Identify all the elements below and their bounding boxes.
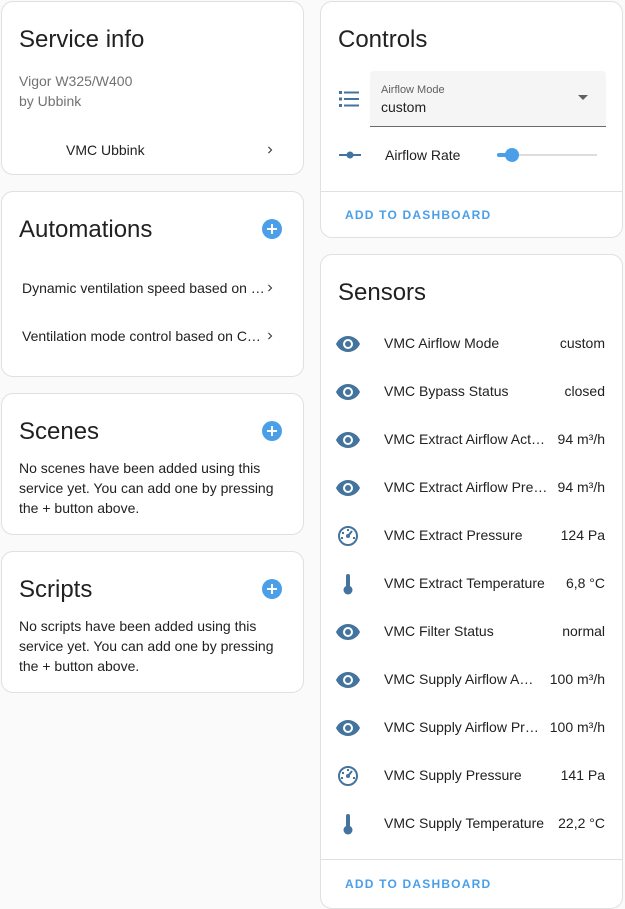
sensor-row[interactable]: VMC Filter Status normal: [321, 608, 622, 656]
add-automation-button[interactable]: [262, 219, 282, 239]
sensor-row[interactable]: VMC Supply Airflow A… 100 m³/h: [321, 656, 622, 704]
slider-thumb[interactable]: [505, 148, 519, 162]
sensor-row[interactable]: VMC Extract Temperature 6,8 °C: [321, 560, 622, 608]
airflow-mode-label: Airflow Mode: [381, 84, 445, 96]
chevron-right-icon: [268, 284, 273, 292]
sensor-row[interactable]: VMC Supply Airflow Pr… 100 m³/h: [321, 704, 622, 752]
sensor-value: 124 Pa: [560, 527, 605, 543]
sensors-card: Sensors VMC Airflow Mode custom VMC Bypass…: [320, 254, 623, 909]
device-link-label: VMC Ubbink: [66, 142, 145, 158]
sensor-value: 6,8 °C: [565, 575, 605, 591]
add-scene-button[interactable]: [262, 421, 282, 441]
sensor-value: custom: [559, 335, 605, 351]
gauge-icon: [335, 764, 361, 788]
airflow-rate-label: Airflow Rate: [385, 147, 461, 163]
scenes-card: Scenes No scenes have been added using t…: [1, 393, 304, 535]
scripts-card: Scripts No scripts have been added using…: [1, 551, 304, 693]
controls-card: Controls Airflow Mode custom Airflow Rat…: [320, 1, 623, 238]
sensor-row[interactable]: VMC Extract Airflow Pre… 94 m³/h: [321, 464, 622, 512]
scripts-empty-text: No scripts have been added using this se…: [19, 618, 274, 674]
service-manufacturer: by Ubbink: [19, 93, 82, 109]
controls-divider: [321, 191, 622, 192]
automation-item[interactable]: Ventilation mode control based on C…: [2, 312, 303, 360]
automations-card: Automations Dynamic ventilation speed ba…: [1, 191, 304, 377]
sensor-row[interactable]: VMC Supply Pressure 141 Pa: [321, 752, 622, 800]
sensor-row[interactable]: VMC Supply Temperature 22,2 °C: [321, 800, 622, 848]
sensor-name: VMC Supply Airflow Pr…: [384, 719, 539, 735]
sensors-add-to-dashboard-button[interactable]: ADD TO DASHBOARD: [345, 877, 491, 891]
sensor-value: 100 m³/h: [549, 671, 605, 687]
plus-icon: [267, 584, 277, 594]
controls-add-to-dashboard-button[interactable]: ADD TO DASHBOARD: [345, 208, 491, 222]
chevron-right-icon: [268, 332, 273, 340]
dropdown-arrow-icon: [578, 95, 588, 100]
sensor-value: 100 m³/h: [549, 719, 605, 735]
sensor-row[interactable]: VMC Extract Airflow Act… 94 m³/h: [321, 416, 622, 464]
add-script-button[interactable]: [262, 579, 282, 599]
sensor-name: VMC Airflow Mode: [384, 335, 500, 351]
scenes-empty-text: No scenes have been added using this ser…: [19, 460, 274, 516]
automation-item-label: Dynamic ventilation speed based on …: [22, 280, 265, 296]
automation-item[interactable]: Dynamic ventilation speed based on …: [2, 264, 303, 312]
controls-title: Controls: [338, 26, 428, 53]
thermometer-icon: [335, 812, 361, 836]
airflow-mode-select[interactable]: Airflow Mode custom: [370, 71, 606, 127]
sensor-value: normal: [562, 623, 605, 639]
sensor-value: 141 Pa: [560, 767, 605, 783]
sensor-row[interactable]: VMC Airflow Mode custom: [321, 320, 622, 368]
automations-title: Automations: [19, 216, 153, 243]
sensor-name: VMC Bypass Status: [384, 383, 509, 399]
sensor-name: VMC Supply Pressure: [384, 767, 522, 783]
service-info-card: Service info Vigor W325/W400 by Ubbink V…: [1, 1, 304, 175]
device-link[interactable]: VMC Ubbink: [2, 126, 303, 174]
sensors-title: Sensors: [338, 279, 427, 306]
sensor-value: 22,2 °C: [558, 815, 605, 831]
sensor-name: VMC Extract Airflow Pre…: [384, 479, 548, 495]
sensor-name: VMC Filter Status: [384, 623, 494, 639]
eye-icon: [335, 332, 361, 356]
sensor-value: 94 m³/h: [557, 479, 605, 495]
sensor-name: VMC Extract Temperature: [384, 575, 545, 591]
eye-icon: [335, 428, 361, 452]
sensor-row[interactable]: VMC Extract Pressure 124 Pa: [321, 512, 622, 560]
sensor-name: VMC Extract Airflow Act…: [384, 431, 546, 447]
service-info-title: Service info: [19, 26, 145, 53]
eye-icon: [335, 476, 361, 500]
eye-icon: [335, 716, 361, 740]
service-model: Vigor W325/W400: [19, 73, 133, 89]
eye-icon: [335, 380, 361, 404]
scenes-title: Scenes: [19, 418, 100, 445]
sensor-name: VMC Supply Airflow A…: [384, 671, 534, 687]
scripts-title: Scripts: [19, 576, 93, 603]
eye-icon: [335, 620, 361, 644]
sensor-value: closed: [564, 383, 605, 399]
sensors-divider: [321, 859, 622, 860]
automation-item-label: Ventilation mode control based on C…: [22, 328, 261, 344]
slider-icon: [339, 151, 361, 159]
list-icon: [339, 91, 359, 107]
plus-icon: [267, 426, 277, 436]
sensor-name: VMC Supply Temperature: [384, 815, 545, 831]
chevron-right-icon: [268, 146, 273, 154]
airflow-mode-value: custom: [381, 99, 427, 115]
plus-icon: [267, 224, 277, 234]
sensor-value: 94 m³/h: [557, 431, 605, 447]
sensor-name: VMC Extract Pressure: [384, 527, 523, 543]
eye-icon: [335, 668, 361, 692]
gauge-icon: [335, 524, 361, 548]
sensor-row[interactable]: VMC Bypass Status closed: [321, 368, 622, 416]
airflow-rate-slider[interactable]: [497, 145, 597, 165]
thermometer-icon: [335, 572, 361, 596]
